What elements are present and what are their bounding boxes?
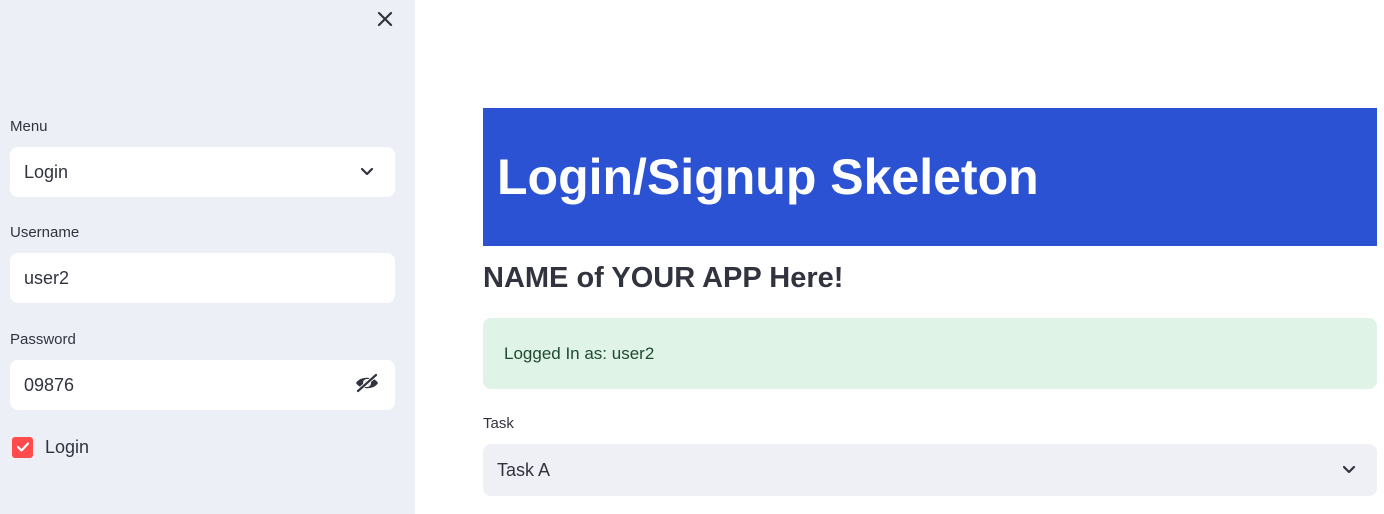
checkmark-icon — [16, 442, 29, 452]
success-alert: Logged In as: user2 — [483, 318, 1377, 389]
menu-selected-value: Login — [24, 161, 69, 182]
username-value: user2 — [24, 267, 70, 288]
close-icon — [376, 10, 394, 33]
password-value: 09876 — [24, 374, 75, 395]
success-message: Logged In as: user2 — [504, 343, 655, 363]
password-label: Password — [10, 331, 76, 348]
menu-label: Menu — [10, 118, 48, 135]
task-label: Task — [483, 415, 514, 432]
login-checkbox[interactable] — [12, 436, 33, 458]
task-selected-value: Task A — [497, 459, 551, 480]
login-checkbox-row[interactable]: Login — [12, 434, 89, 460]
sidebar: Menu Login Username user2 Password 09876 — [0, 0, 415, 514]
page-title: Login/Signup Skeleton — [497, 149, 1039, 205]
username-label: Username — [10, 224, 80, 241]
password-visibility-toggle[interactable] — [353, 371, 381, 399]
sidebar-close-button[interactable] — [370, 6, 400, 36]
password-input[interactable]: 09876 — [10, 360, 395, 410]
chevron-down-icon — [1335, 456, 1363, 484]
title-banner: Login/Signup Skeleton — [483, 108, 1377, 246]
eye-off-icon — [354, 372, 380, 398]
task-select[interactable]: Task A — [483, 444, 1377, 496]
menu-select[interactable]: Login — [10, 147, 395, 197]
login-checkbox-label: Login — [45, 436, 90, 457]
username-input[interactable]: user2 — [10, 253, 395, 303]
chevron-down-icon — [353, 158, 381, 186]
app-subtitle: NAME of YOUR APP Here! — [483, 262, 844, 294]
